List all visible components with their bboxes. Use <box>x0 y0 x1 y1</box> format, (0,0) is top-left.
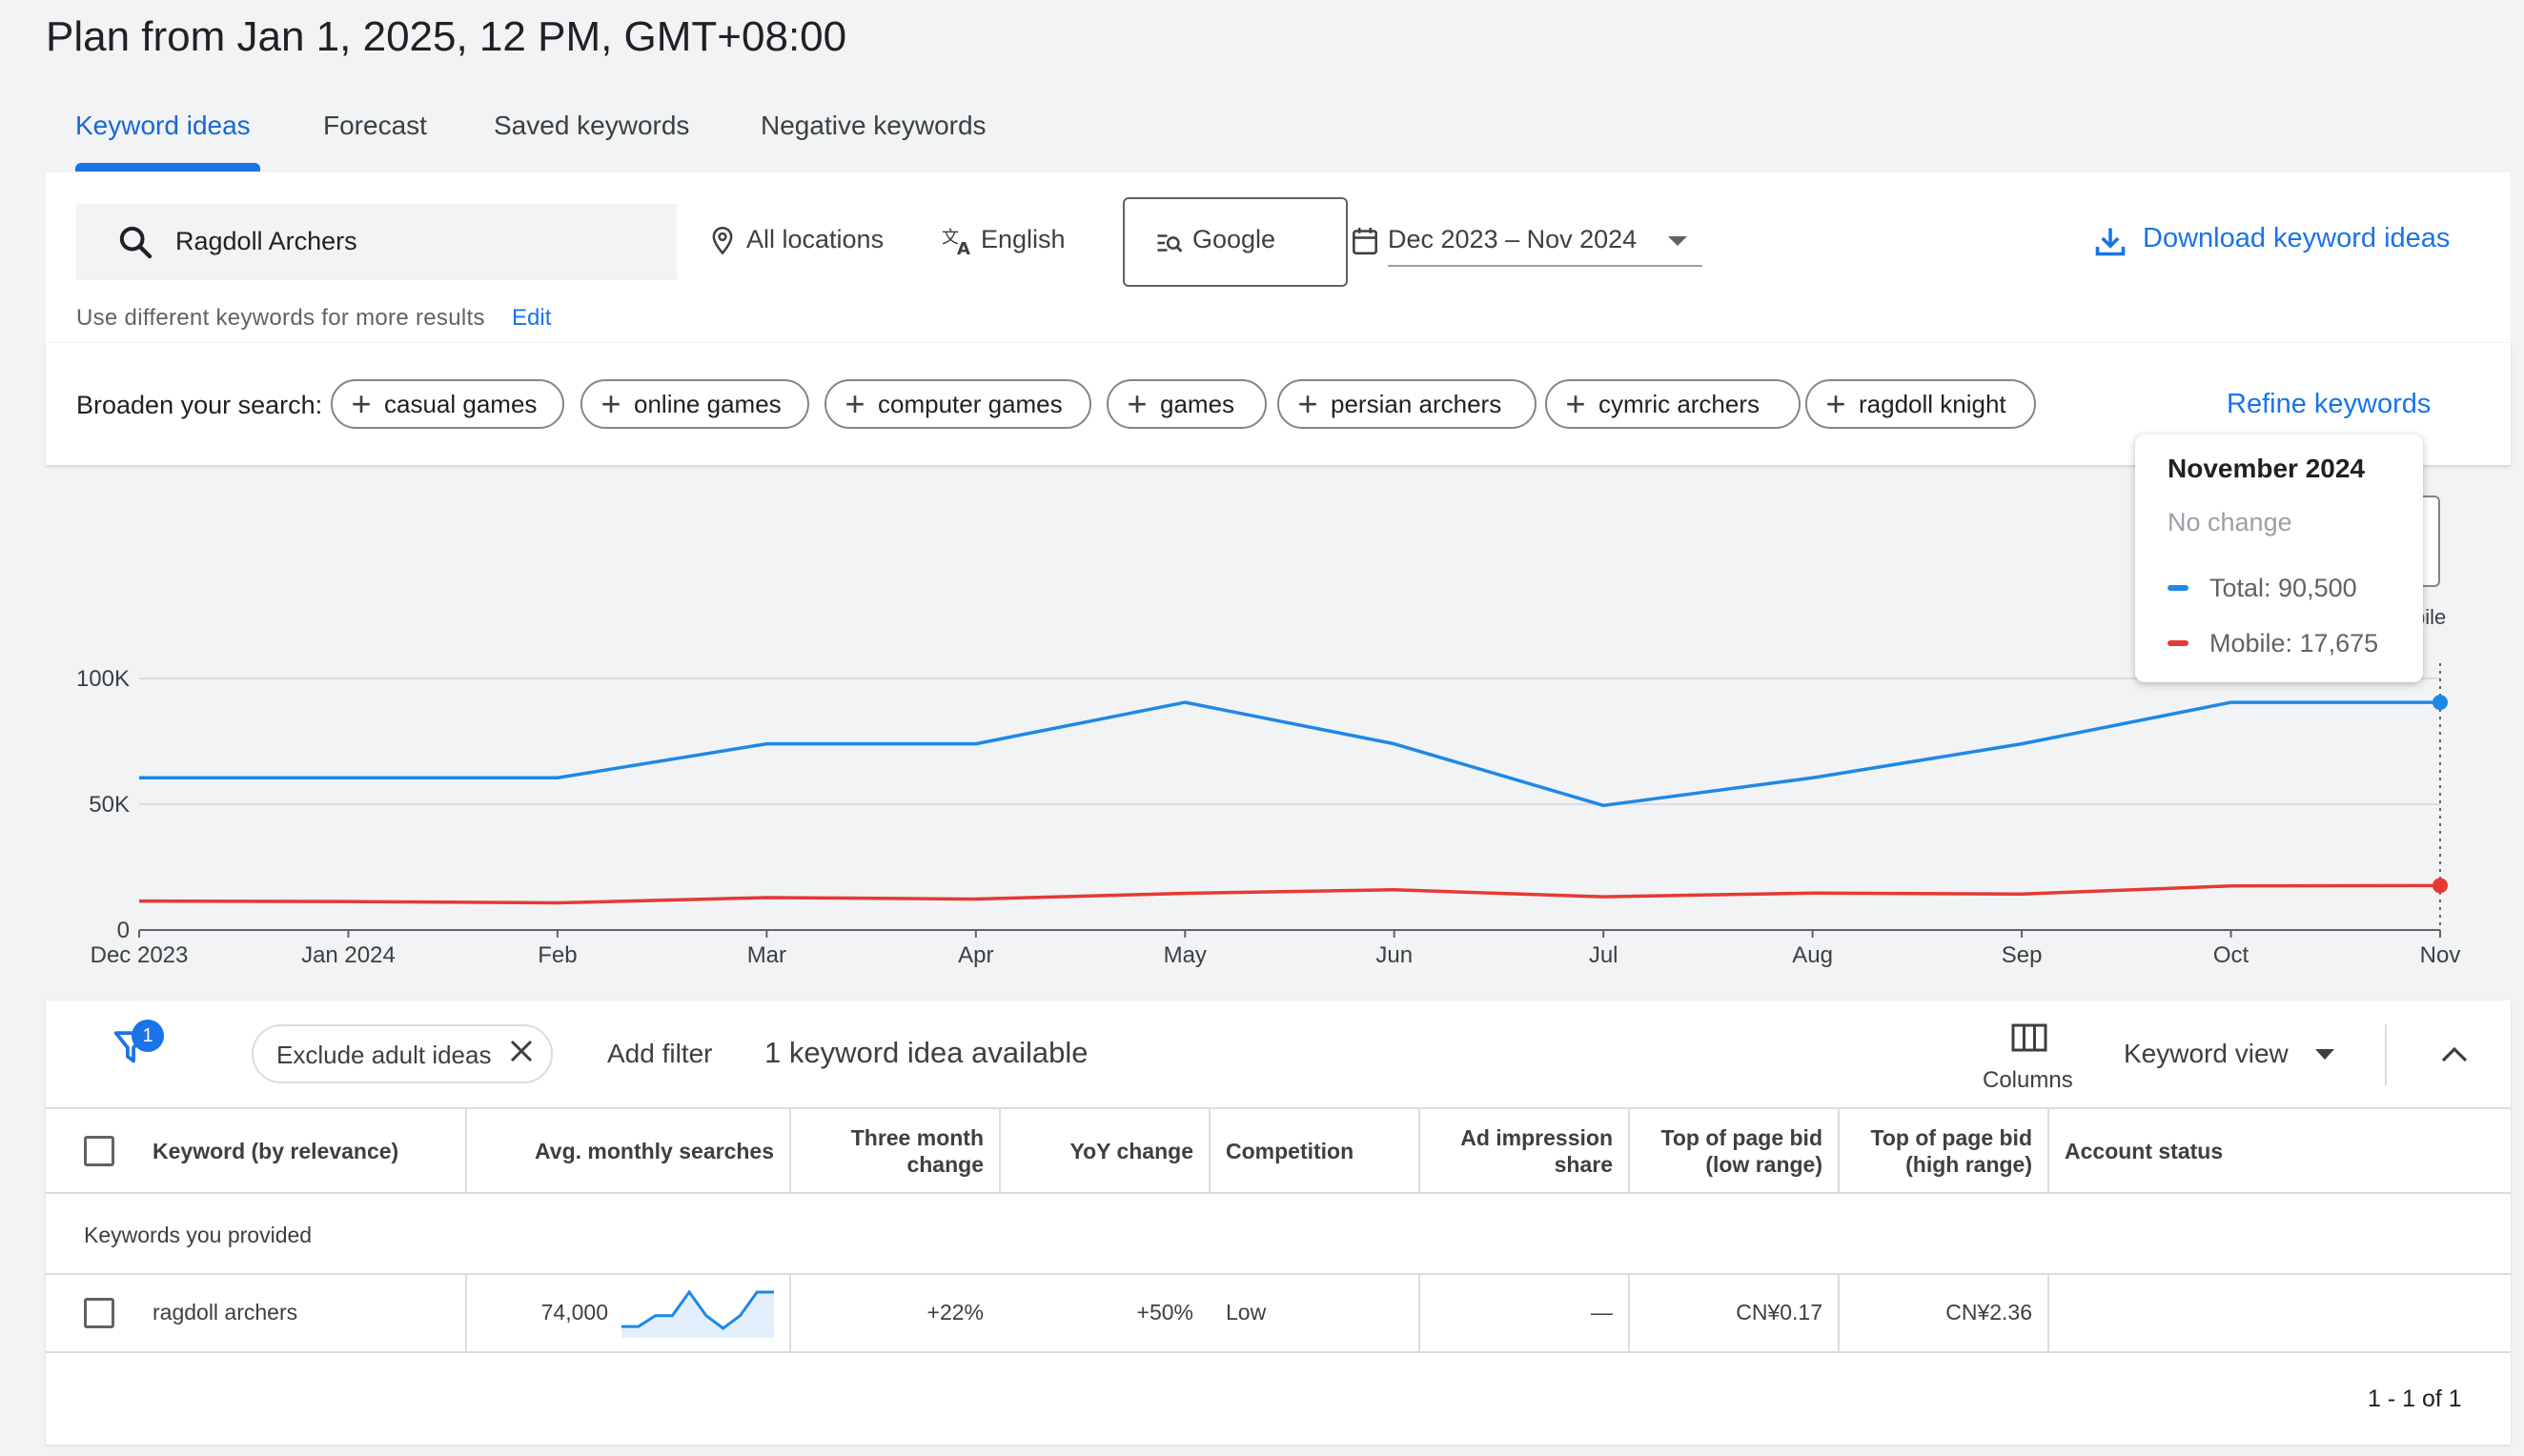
tooltip-mobile: Mobile: 17,675 <box>2209 629 2379 657</box>
column-divider <box>465 1108 467 1192</box>
keyword-view-selector[interactable]: Keyword view <box>2124 1039 2289 1069</box>
column-divider <box>2047 1274 2049 1351</box>
add-filter-button[interactable]: Add filter <box>607 1039 713 1069</box>
header-line: (high range) <box>1905 1152 2032 1177</box>
header-line: Ad impression <box>1460 1125 1613 1150</box>
header-line: (low range) <box>1705 1152 1822 1177</box>
filter-count-badge: 1 <box>132 1020 164 1052</box>
column-divider <box>1628 1274 1630 1351</box>
column-header-ad-impression-share[interactable]: Ad impression share <box>1430 1124 1613 1178</box>
x-tick-label: Feb <box>538 942 577 968</box>
column-divider <box>999 1108 1001 1192</box>
columns-icon[interactable] <box>2011 1023 2047 1052</box>
toolbar-divider <box>2385 1024 2387 1085</box>
competition-cell: Low <box>1226 1300 1267 1325</box>
columns-button[interactable]: Columns <box>1983 1067 2073 1094</box>
column-divider <box>789 1274 791 1351</box>
x-tick-label: Jun <box>1375 942 1413 968</box>
x-tick-label: Aug <box>1792 942 1833 968</box>
table-divider <box>46 1273 2511 1275</box>
column-divider <box>1628 1108 1630 1192</box>
column-header-avg-monthly-searches[interactable]: Avg. monthly searches <box>477 1138 774 1164</box>
select-all-checkbox[interactable] <box>84 1136 114 1166</box>
header-line: Top of page bid <box>1660 1125 1823 1150</box>
close-icon[interactable] <box>507 1037 536 1065</box>
column-header-yoy-change[interactable]: YoY change <box>1010 1138 1193 1164</box>
top-bid-high-cell: CN¥2.36 <box>1945 1300 2032 1325</box>
column-header-three-month-change[interactable]: Three month change <box>801 1124 984 1178</box>
x-tick-label: Sep <box>2002 942 2043 968</box>
column-divider <box>1838 1274 1840 1351</box>
caret-down-icon[interactable] <box>2314 1048 2335 1062</box>
ad-impression-share-cell: — <box>1591 1300 1613 1325</box>
exclude-adult-ideas-label: Exclude adult ideas <box>276 1041 492 1069</box>
y-tick-label: 100K <box>76 666 130 692</box>
column-divider <box>1209 1108 1211 1192</box>
x-tick-label: Nov <box>2420 942 2461 968</box>
column-divider <box>1418 1108 1420 1192</box>
column-divider <box>1418 1274 1420 1351</box>
x-tick-label: Jul <box>1589 942 1618 968</box>
top-bid-low-cell: CN¥0.17 <box>1736 1300 1822 1325</box>
chevron-up-icon[interactable] <box>2440 1044 2469 1063</box>
tooltip-total: Total: 90,500 <box>2209 574 2357 602</box>
ideas-count: 1 keyword idea available <box>764 1036 1089 1069</box>
x-tick-label: Mar <box>747 942 786 968</box>
x-tick-label: Jan 2024 <box>301 942 396 968</box>
header-line: Three month <box>850 1125 984 1150</box>
column-header-account-status[interactable]: Account status <box>2065 1138 2223 1164</box>
y-tick-label: 0 <box>117 918 130 943</box>
three-month-change-cell: +22% <box>926 1300 984 1325</box>
x-tick-label: Oct <box>2213 942 2249 968</box>
avg-monthly-searches-cell: 74,000 <box>540 1300 608 1325</box>
column-header-top-bid-low[interactable]: Top of page bid (low range) <box>1639 1124 1823 1178</box>
header-line: change <box>906 1152 984 1177</box>
table-divider <box>46 1351 2511 1353</box>
tooltip-title: November 2024 <box>2168 454 2366 483</box>
x-tick-label: May <box>1164 942 1207 968</box>
column-divider <box>1838 1108 1840 1192</box>
x-tick-label: Apr <box>958 942 993 968</box>
column-divider <box>465 1274 467 1351</box>
header-line: share <box>1554 1152 1613 1177</box>
pagination-info: 1 - 1 of 1 <box>2368 1385 2462 1412</box>
row-checkbox[interactable] <box>84 1298 114 1328</box>
total-swatch-icon <box>2168 585 2188 591</box>
series-line-total <box>139 700 2440 808</box>
column-header-top-bid-high[interactable]: Top of page bid (high range) <box>1849 1124 2033 1178</box>
group-label: Keywords you provided <box>84 1223 313 1247</box>
keyword-cell: ragdoll archers <box>153 1300 298 1325</box>
table-divider <box>46 1192 2511 1194</box>
column-divider <box>2047 1108 2049 1192</box>
table-divider <box>46 1107 2511 1109</box>
series-line-mobile <box>138 883 2441 905</box>
column-header-keyword[interactable]: Keyword (by relevance) <box>153 1138 398 1164</box>
column-header-competition[interactable]: Competition <box>1226 1138 1354 1164</box>
y-tick-label: 50K <box>89 792 130 818</box>
mobile-swatch-icon <box>2168 640 2188 646</box>
series-point-mobile <box>2432 878 2448 894</box>
tooltip-change: No change <box>2168 508 2292 536</box>
trend-sparkline <box>621 1289 774 1338</box>
yoy-change-cell: +50% <box>1136 1300 1193 1325</box>
x-tick-label: Dec 2023 <box>91 942 189 968</box>
column-divider <box>789 1108 791 1192</box>
header-line: Top of page bid <box>1870 1125 2033 1150</box>
series-point-total <box>2432 695 2448 711</box>
